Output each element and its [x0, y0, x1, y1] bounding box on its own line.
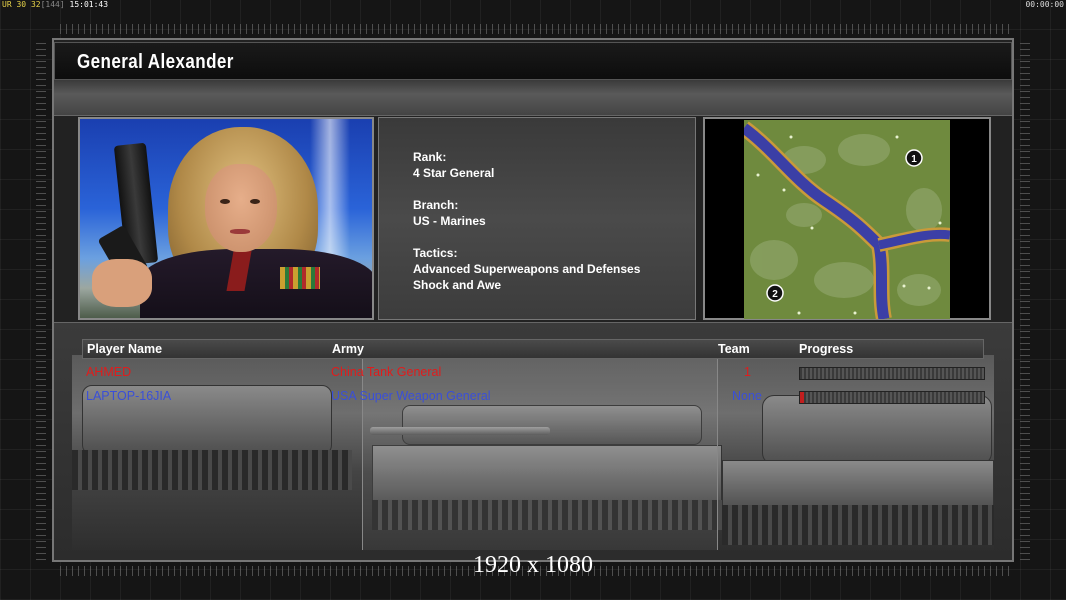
fps-label: UR [2, 0, 12, 9]
header-army: Army [332, 342, 364, 356]
fps-value-c: [144] [40, 0, 65, 9]
tactics-label: Tactics: [413, 246, 458, 260]
portrait-eye-right [250, 199, 260, 204]
portrait-medals [280, 267, 320, 289]
branch-block: Branch: US - Marines [413, 197, 486, 229]
start-position-1-label: 1 [911, 154, 917, 165]
minimap: 1 2 [703, 117, 991, 320]
tactics-line-2: Shock and Awe [413, 278, 502, 292]
resolution-caption: 1920 x 1080 [473, 552, 593, 578]
right-tank-track [722, 505, 994, 545]
player-progress-fill [800, 392, 804, 403]
player-army: China Tank General [331, 365, 442, 379]
general-name-title: General Alexander [77, 51, 234, 73]
rank-label: Rank: [413, 150, 447, 164]
portrait-mouth [230, 229, 250, 234]
fps-value-b: 32 [30, 0, 41, 9]
portrait-uniform [140, 249, 372, 318]
system-clock: 15:01:43 [69, 0, 109, 9]
general-info-panel: Rank: 4 Star General Branch: US - Marine… [378, 117, 696, 320]
top-ruler [60, 24, 1010, 34]
player-row: LAPTOP-16JIA USA Super Weapon General No… [82, 386, 985, 406]
fps-value-a: 30 [16, 0, 27, 9]
rank-value: 4 Star General [413, 166, 495, 180]
branch-value: US - Marines [413, 214, 486, 228]
player-name: LAPTOP-16JIA [86, 389, 172, 403]
right-ruler [1020, 40, 1030, 560]
tactics-block: Tactics: Advanced Superweapons and Defen… [413, 245, 640, 293]
branch-label: Branch: [413, 198, 459, 212]
left-ruler [36, 40, 46, 560]
header-player-name: Player Name [87, 342, 163, 356]
minimap-terrain: 1 2 [744, 120, 950, 319]
start-position-2-label: 2 [772, 289, 778, 300]
header-team: Team [718, 342, 750, 356]
tactics-line-1: Advanced Superweapons and Defenses [413, 262, 641, 276]
rank-block: Rank: 4 Star General [413, 149, 494, 181]
portrait-hand [92, 259, 152, 307]
debug-overlay: UR 30 32[144] 15:01:43 00:00:00 [0, 0, 1066, 10]
title-bar: General Alexander [54, 42, 1012, 80]
left-tank-track [72, 450, 352, 490]
player-progress-bar [799, 391, 985, 404]
player-progress-bar [799, 367, 985, 380]
player-team: 1 [744, 365, 751, 379]
player-team: None [732, 389, 762, 403]
portrait-face [205, 164, 277, 252]
portrait-eye-left [220, 199, 230, 204]
player-army: USA Super Weapon General [331, 389, 491, 403]
right-tank-hull [722, 460, 994, 510]
decorative-band [54, 80, 1012, 116]
header-progress: Progress [799, 342, 854, 356]
players-table-header: Player Name Army Team Progress [82, 339, 984, 359]
game-timer: 00:00:00 [1025, 0, 1064, 9]
general-portrait [78, 117, 374, 320]
player-name: AHMED [86, 365, 132, 379]
player-row: AHMED China Tank General 1 [82, 362, 985, 382]
center-art-panel [362, 355, 718, 550]
